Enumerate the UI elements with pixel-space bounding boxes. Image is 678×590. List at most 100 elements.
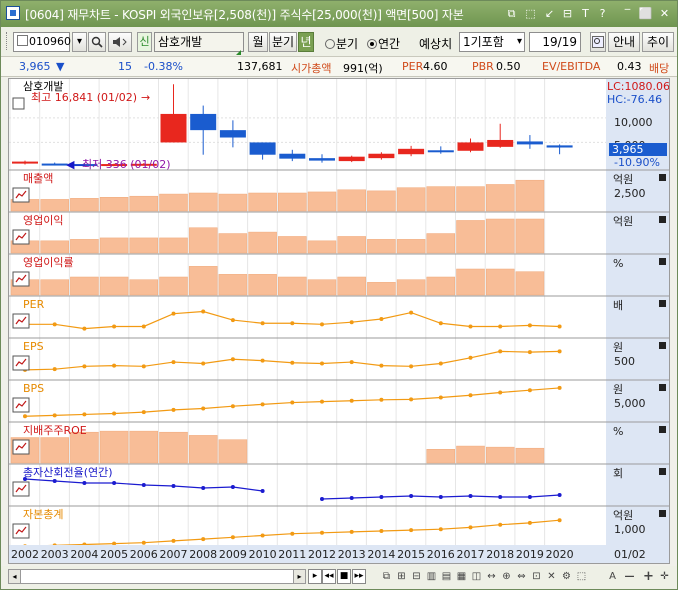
zoom-in-button[interactable]: +	[642, 570, 655, 583]
x-tick-label: 2010	[249, 548, 277, 561]
data-point	[527, 323, 532, 328]
nav-forward-button[interactable]: ▸▸	[352, 569, 366, 584]
bar-mark	[218, 274, 248, 296]
print-icon[interactable]: A	[606, 570, 619, 583]
bar-mark	[159, 237, 188, 254]
trend-button[interactable]: 추이	[642, 32, 674, 52]
tool-icon-6[interactable]: ▦	[455, 570, 468, 583]
maximize-button[interactable]: ⬜	[638, 6, 653, 21]
data-point	[201, 309, 206, 314]
financial-chart-svg[interactable]: 삼호개발최고 16,841 (01/02) →◀—최저 336 (01/02)LC…	[9, 79, 670, 563]
horizontal-scrollbar[interactable]: ◂ ▸	[8, 569, 306, 584]
tool-icon-14[interactable]: ⬚	[575, 570, 588, 583]
font-icon[interactable]: T	[578, 6, 593, 21]
data-point	[171, 484, 176, 488]
expand-icon[interactable]: ✛	[658, 570, 671, 583]
data-point	[498, 349, 503, 354]
panel-axis-8: 1,000	[614, 523, 646, 536]
panel-axis-5: 5,000	[614, 397, 646, 410]
tool-icon-12[interactable]: ✕	[545, 570, 558, 583]
x-tick-label: 2008	[189, 548, 217, 561]
data-point	[260, 358, 265, 363]
nav-stop-button[interactable]: ■	[337, 569, 351, 584]
data-point	[260, 402, 265, 407]
resize-icon[interactable]: ↙	[542, 6, 557, 21]
zoom-out-button[interactable]: —	[623, 570, 636, 583]
frame-icon[interactable]: ⬚	[523, 6, 538, 21]
data-point	[171, 407, 176, 412]
bar-mark	[337, 236, 366, 254]
bar-mark	[426, 186, 456, 212]
tool-icon-4[interactable]: ▥	[425, 570, 438, 583]
code-dropdown-button[interactable]: ▾	[72, 32, 87, 52]
tool-icon-3[interactable]: ⊟	[410, 570, 423, 583]
panel-axis-0: 2,500	[614, 187, 646, 200]
panel-title-4: EPS	[23, 340, 44, 353]
tool-icon-11[interactable]: ⊡	[530, 570, 543, 583]
data-point	[290, 360, 295, 365]
search-button[interactable]	[88, 32, 106, 52]
pin-icon[interactable]: ⊟	[560, 6, 575, 21]
panel-title-3: PER	[23, 298, 45, 311]
bar-mark	[129, 279, 159, 296]
ev-ebitda-value: 0.43	[617, 60, 642, 73]
tool-icon-5[interactable]: ▤	[440, 570, 453, 583]
scroll-left-arrow[interactable]: ◂	[9, 570, 21, 583]
period-quarter-button[interactable]: 분기	[269, 32, 297, 52]
bar-mark	[188, 266, 218, 296]
tool-icon-1[interactable]: ⧉	[380, 570, 393, 583]
data-point	[557, 493, 562, 497]
period-month-button[interactable]: 월	[248, 32, 268, 52]
tool-icon-2[interactable]: ⊞	[395, 570, 408, 583]
candle-body	[516, 141, 543, 145]
link-window-icon[interactable]: ⧉	[504, 6, 519, 21]
nav-next-button[interactable]: ▸	[308, 569, 322, 584]
bar-mark	[159, 276, 188, 296]
tool-icon-7[interactable]: ◫	[470, 570, 483, 583]
tool-icon-13[interactable]: ⚙	[560, 570, 573, 583]
high-arrow: →	[141, 91, 150, 104]
panel-settings-icon-0	[659, 174, 666, 181]
data-point	[23, 414, 27, 419]
close-button[interactable]: ✕	[657, 6, 672, 21]
panel-unit-1: 억원	[613, 215, 633, 228]
period-year-button[interactable]: 년	[298, 32, 314, 52]
data-point	[320, 361, 324, 366]
stock-name-field[interactable]: 삼호개발	[154, 32, 244, 52]
data-point	[409, 494, 414, 498]
page-view-button[interactable]	[590, 32, 606, 52]
forecast-select[interactable]: 1기포함 ▾	[459, 32, 525, 52]
bar-mark	[248, 192, 277, 212]
radio-quarter[interactable]: 분기	[325, 35, 358, 52]
sound-button[interactable]	[108, 32, 132, 52]
bar-mark	[337, 276, 366, 296]
chart-area[interactable]: 삼호개발 최고 16,841 (01/02) → ◀— 최저 336 (01/02) LC…	[8, 78, 670, 564]
tool-icon-9[interactable]: ⊕	[500, 570, 513, 583]
nav-rewind-button[interactable]: ◂◂	[322, 569, 336, 584]
tool-icon-8[interactable]: ↔	[485, 570, 498, 583]
credit-badge[interactable]: 신	[137, 32, 152, 52]
data-point	[290, 400, 295, 405]
data-point	[260, 533, 265, 538]
guide-button[interactable]: 안내	[608, 32, 640, 52]
scroll-right-arrow[interactable]: ▸	[293, 570, 305, 583]
data-point	[290, 531, 295, 536]
x-tick-label: 2005	[100, 548, 128, 561]
data-point	[320, 530, 324, 535]
data-point	[468, 393, 473, 398]
radio-annual[interactable]: 연간	[367, 35, 400, 52]
page-indicator: 19/19	[529, 32, 581, 52]
panel-title-1: 영업이익	[23, 214, 63, 227]
x-tick-label: 2007	[160, 548, 188, 561]
data-point	[349, 360, 354, 365]
financial-chart-window: [0604] 재무차트 - KOSPI 외국인보유[2,508(천)] 주식수[…	[0, 0, 678, 590]
panel-unit-4: 원	[613, 341, 623, 354]
tool-icon-10[interactable]: ⇔	[515, 570, 528, 583]
help-icon[interactable]: ?	[595, 6, 610, 21]
bar-mark	[367, 282, 396, 296]
data-point	[438, 495, 443, 499]
minimize-button[interactable]: ‾	[620, 6, 635, 21]
data-point	[82, 412, 87, 417]
stock-code-input[interactable]: 010960	[13, 32, 71, 52]
panel-title-7: 총자산회전율(연간)	[23, 466, 113, 479]
